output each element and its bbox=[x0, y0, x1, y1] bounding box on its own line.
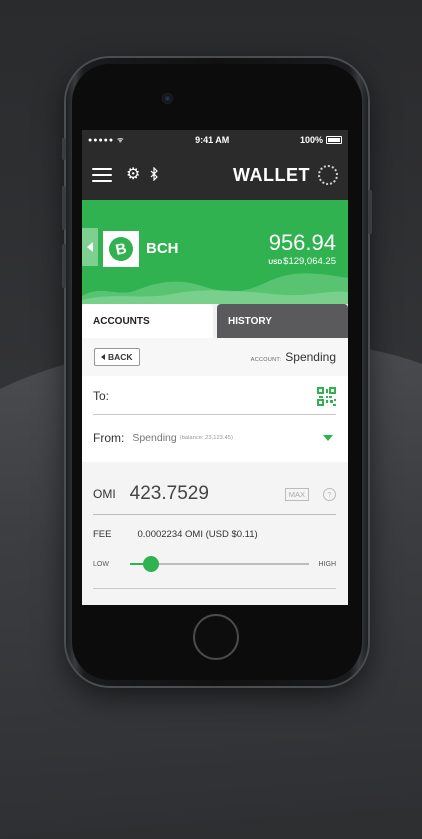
amount-row: OMI 423.7529 MAX ? bbox=[93, 474, 336, 515]
account-bar: BACK ACCOUNT: Spending bbox=[82, 338, 348, 376]
qr-code-icon[interactable] bbox=[317, 386, 336, 406]
back-label: BACK bbox=[108, 352, 133, 362]
power-button bbox=[368, 190, 372, 234]
signal-indicator: ●●●●● ᯤ bbox=[88, 136, 125, 144]
send-form: BACK ACCOUNT: Spending To: From: Spendin… bbox=[82, 338, 348, 605]
fee-slider[interactable] bbox=[129, 556, 309, 572]
to-label: To: bbox=[93, 389, 110, 403]
mute-switch bbox=[62, 138, 66, 160]
app-title: WALLET bbox=[233, 164, 310, 185]
from-account-select[interactable]: From: Spending (balance: 23,123.45) bbox=[93, 422, 336, 454]
clock: 9:41 AM bbox=[195, 135, 230, 145]
from-label: From: bbox=[93, 431, 125, 445]
usd-prefix: USD bbox=[268, 259, 283, 266]
max-button[interactable]: MAX bbox=[284, 487, 309, 501]
previous-coin-button[interactable] bbox=[82, 228, 98, 266]
tab-bar: ACCOUNTS HISTORY bbox=[82, 304, 348, 338]
balance-panel: B BCH 956.94 USD$129,064.25 bbox=[82, 200, 348, 304]
volume-up-button bbox=[62, 186, 66, 230]
fee-slider-thumb[interactable] bbox=[143, 556, 160, 572]
amount-section: OMI 423.7529 MAX ? FEE 0.0002234 OMI (US… bbox=[82, 462, 348, 605]
fee-label: FEE bbox=[93, 528, 112, 540]
top-navbar: ⚙ WALLET bbox=[82, 150, 348, 200]
divider bbox=[93, 588, 336, 589]
fee-row: FEE 0.0002234 OMI (USD $0.11) bbox=[93, 526, 336, 542]
account-label: ACCOUNT: bbox=[250, 357, 282, 363]
volume-down-button bbox=[62, 244, 66, 288]
gear-icon[interactable]: ⚙ bbox=[126, 167, 140, 183]
help-icon[interactable]: ? bbox=[323, 487, 336, 501]
menu-icon[interactable] bbox=[92, 168, 112, 182]
to-address-input[interactable] bbox=[115, 388, 317, 404]
account-info: ACCOUNT: Spending bbox=[251, 350, 336, 364]
app-screen: ●●●●● ᯤ 9:41 AM 100% ⚙ WALLET B BCH 956.… bbox=[82, 130, 348, 605]
bitcoin-cash-logo: B bbox=[103, 231, 139, 267]
battery-icon bbox=[325, 136, 342, 144]
to-field-row: To: bbox=[93, 378, 336, 415]
account-value: Spending bbox=[285, 350, 336, 364]
coin-name: BCH bbox=[146, 240, 179, 257]
wallet-logo-icon bbox=[318, 165, 338, 185]
back-button[interactable]: BACK bbox=[94, 348, 140, 366]
balance-wave-graphic bbox=[82, 273, 348, 304]
balance-usd: USD$129,064.25 bbox=[268, 256, 336, 267]
bch-coin-icon: B bbox=[106, 234, 136, 264]
tab-accounts[interactable]: ACCOUNTS bbox=[82, 304, 213, 338]
amount-unit: OMI bbox=[93, 487, 116, 501]
amount-input[interactable]: 423.7529 bbox=[130, 483, 209, 505]
back-arrow-icon bbox=[101, 354, 105, 360]
tab-history[interactable]: HISTORY bbox=[217, 304, 348, 338]
battery-percent: 100% bbox=[299, 135, 323, 145]
bluetooth-icon[interactable] bbox=[150, 166, 159, 184]
home-button[interactable] bbox=[193, 614, 239, 660]
slider-high-label: HIGH bbox=[318, 560, 337, 568]
chevron-down-icon bbox=[323, 435, 333, 441]
from-account: Spending bbox=[132, 432, 177, 444]
fee-value: 0.0002234 OMI (USD $0.11) bbox=[137, 528, 258, 540]
balance-amount: 956.94 bbox=[268, 230, 336, 255]
usd-value: $129,064.25 bbox=[283, 256, 336, 267]
status-bar: ●●●●● ᯤ 9:41 AM 100% bbox=[82, 130, 348, 150]
from-balance: (balance: 23,123.45) bbox=[179, 435, 233, 441]
slider-low-label: LOW bbox=[93, 560, 109, 568]
battery-indicator: 100% bbox=[300, 135, 342, 145]
fee-slider-row: LOW HIGH bbox=[93, 556, 336, 572]
front-camera bbox=[163, 94, 172, 103]
